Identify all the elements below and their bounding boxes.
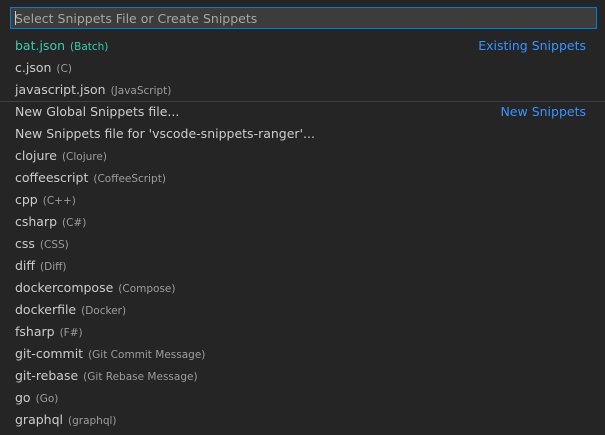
- list-item-existing-snippet[interactable]: c.json (C): [0, 57, 605, 79]
- item-description: (Clojure): [61, 151, 107, 163]
- item-description: (Go): [35, 393, 59, 405]
- item-description: (CSS): [39, 239, 69, 251]
- list-item-language[interactable]: graphql (graphql): [0, 409, 605, 431]
- item-label: csharp: [15, 214, 58, 229]
- item-label: graphql: [15, 412, 63, 427]
- list-item-language[interactable]: dockerfile (Docker): [0, 299, 605, 321]
- list-item-language[interactable]: css (CSS): [0, 233, 605, 255]
- item-label: git-commit: [15, 346, 84, 361]
- item-label: dockerfile: [15, 302, 77, 317]
- item-description: (Git Commit Message): [88, 349, 206, 361]
- item-description: (Diff): [40, 261, 67, 273]
- item-label: clojure: [15, 148, 57, 163]
- item-label: dockercompose: [15, 280, 114, 295]
- item-label: fsharp: [15, 324, 55, 339]
- group-label-existing-snippets: Existing Snippets: [478, 38, 586, 53]
- list-item-new-workspace-snippets[interactable]: New Snippets file for 'vscode-snippets-r…: [0, 123, 605, 145]
- list-item-language[interactable]: go (Go): [0, 387, 605, 409]
- list-item-language[interactable]: csharp (C#): [0, 211, 605, 233]
- item-description: (Docker): [81, 305, 127, 317]
- item-label: coffeescript: [15, 170, 89, 185]
- item-description: (C++): [42, 195, 76, 207]
- item-description: (graphql): [68, 415, 117, 427]
- group-label-new-snippets: New Snippets: [500, 104, 586, 119]
- quick-pick-list: bat.json (Batch) Existing Snippets c.json…: [0, 35, 605, 431]
- text-caret: [15, 11, 16, 25]
- item-label: bat.json: [15, 38, 66, 53]
- list-item-existing-snippet[interactable]: javascript.json (JavaScript): [0, 79, 605, 101]
- item-description: (C): [56, 63, 72, 75]
- item-description: (Batch): [70, 41, 109, 53]
- item-label: git-rebase: [15, 368, 79, 383]
- list-item-language[interactable]: diff (Diff): [0, 255, 605, 277]
- list-item-language[interactable]: dockercompose (Compose): [0, 277, 605, 299]
- item-label: javascript.json: [15, 82, 106, 97]
- item-label: New Global Snippets file...: [15, 104, 180, 119]
- list-item-language[interactable]: clojure (Clojure): [0, 145, 605, 167]
- list-item-language[interactable]: cpp (C++): [0, 189, 605, 211]
- item-label: New Snippets file for 'vscode-snippets-r…: [15, 126, 315, 141]
- item-description: (JavaScript): [110, 85, 172, 97]
- item-description: (F#): [59, 327, 83, 339]
- list-item-new-global-snippets[interactable]: New Global Snippets file... New Snippets: [0, 101, 605, 123]
- item-description: (CoffeeScript): [93, 173, 166, 185]
- list-item-language[interactable]: fsharp (F#): [0, 321, 605, 343]
- item-description: (Compose): [118, 283, 176, 295]
- item-description: (Git Rebase Message): [83, 371, 198, 383]
- list-item-existing-snippet[interactable]: bat.json (Batch) Existing Snippets: [0, 35, 605, 57]
- item-label: go: [15, 390, 31, 405]
- item-label: css: [15, 236, 35, 251]
- item-label: diff: [15, 258, 36, 273]
- quick-pick-input[interactable]: [11, 8, 596, 28]
- item-label: cpp: [15, 192, 38, 207]
- item-description: (C#): [62, 217, 87, 229]
- quick-pick-widget: bat.json (Batch) Existing Snippets c.json…: [0, 0, 605, 435]
- list-item-language[interactable]: coffeescript (CoffeeScript): [0, 167, 605, 189]
- quick-pick-input-box[interactable]: [10, 7, 597, 29]
- list-item-language[interactable]: git-commit (Git Commit Message): [0, 343, 605, 365]
- list-item-language[interactable]: git-rebase (Git Rebase Message): [0, 365, 605, 387]
- item-label: c.json: [15, 60, 52, 75]
